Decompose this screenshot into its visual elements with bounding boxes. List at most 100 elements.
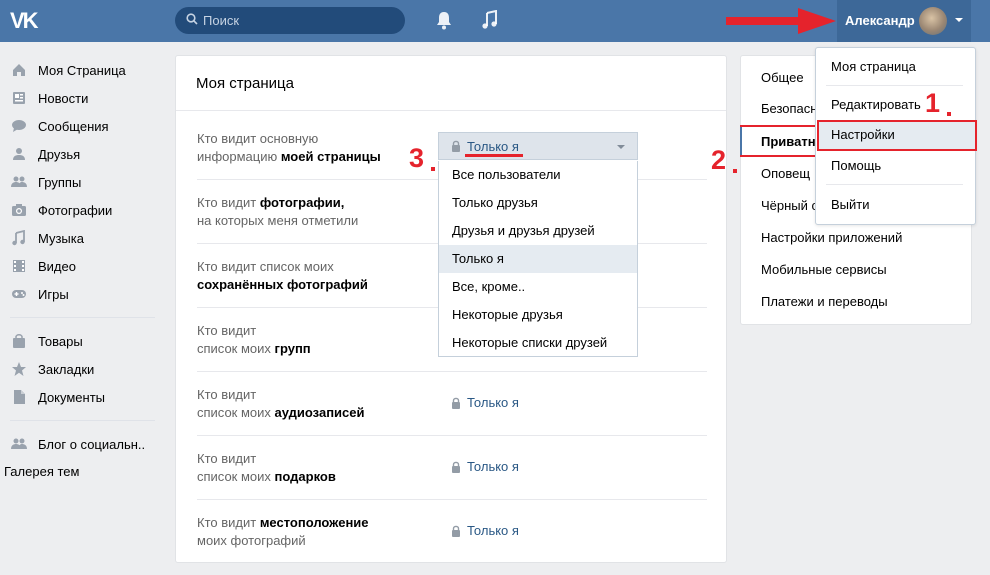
question-bold: аудиозаписей bbox=[274, 405, 365, 420]
settings-item-security[interactable]: Безопасн bbox=[761, 101, 817, 116]
user-menu-logout[interactable]: Выйти bbox=[831, 197, 870, 212]
sidebar-item-label: Музыка bbox=[38, 230, 84, 246]
privacy-options-list: Все пользователи Только друзья Друзья и … bbox=[438, 161, 638, 357]
sidebar-item-messages[interactable]: Сообщения bbox=[10, 112, 160, 140]
question-line: Кто видит bbox=[197, 451, 257, 466]
row-divider bbox=[197, 435, 707, 436]
sidebar-item-label: Новости bbox=[38, 90, 89, 106]
red-underline-annotation bbox=[465, 154, 523, 157]
option-all-except[interactable]: Все, кроме.. bbox=[439, 273, 637, 301]
music-icon bbox=[10, 229, 28, 247]
user-menu-edit[interactable]: Редактировать bbox=[831, 97, 921, 112]
red-arrow-annotation bbox=[726, 8, 836, 34]
settings-item-notifications[interactable]: Оповещ bbox=[761, 166, 810, 181]
search-input[interactable]: Поиск bbox=[175, 7, 405, 34]
sidebar-item-friends[interactable]: Друзья bbox=[10, 140, 160, 168]
question-text: информацию bbox=[197, 149, 281, 164]
annotation-dot bbox=[733, 169, 737, 173]
sidebar-item-goods[interactable]: Товары bbox=[10, 327, 160, 355]
privacy-value-location[interactable]: Только я bbox=[451, 523, 519, 538]
privacy-question-location: Кто видит местоположение моих фотографий bbox=[197, 514, 369, 550]
document-icon bbox=[10, 388, 28, 406]
music-icon[interactable] bbox=[481, 10, 499, 30]
community-icon bbox=[10, 435, 28, 453]
question-line: Кто видит bbox=[197, 323, 257, 338]
question-line: Кто видит фотографии, bbox=[197, 194, 358, 212]
annotation-dot bbox=[431, 167, 435, 171]
sidebar-item-label: Фотографии bbox=[38, 202, 113, 218]
sidebar-item-photos[interactable]: Фотографии bbox=[10, 196, 160, 224]
video-icon bbox=[10, 257, 28, 275]
privacy-value-gifts[interactable]: Только я bbox=[451, 459, 519, 474]
annotation-step-3: 3 bbox=[409, 143, 425, 173]
groups-icon bbox=[10, 173, 28, 191]
sidebar-item-my-page[interactable]: Моя Страница bbox=[10, 56, 160, 84]
settings-item-general[interactable]: Общее bbox=[761, 70, 804, 85]
privacy-question-gifts: Кто видит список моих подарков bbox=[197, 450, 336, 486]
annotation-step-1: 1 bbox=[925, 88, 941, 118]
sidebar-item-games[interactable]: Игры bbox=[10, 280, 160, 308]
option-friends-of-friends[interactable]: Друзья и друзья друзей bbox=[439, 217, 637, 245]
question-line: моих фотографий bbox=[197, 533, 306, 548]
sidebar-item-bookmarks[interactable]: Закладки bbox=[10, 355, 160, 383]
bell-icon[interactable] bbox=[435, 10, 453, 30]
annotation-step-2: 2 bbox=[711, 145, 727, 175]
lock-icon bbox=[452, 397, 460, 409]
privacy-question-audio: Кто видит список моих аудиозаписей bbox=[197, 386, 365, 422]
camera-icon bbox=[10, 201, 28, 219]
privacy-value-text: Только я bbox=[467, 459, 519, 474]
lock-icon bbox=[452, 461, 460, 473]
option-all-users[interactable]: Все пользователи bbox=[439, 161, 637, 189]
search-icon bbox=[186, 13, 198, 25]
question-line: Кто видит основную bbox=[197, 131, 319, 146]
sidebar-item-label: Игры bbox=[38, 286, 69, 302]
friends-icon bbox=[10, 145, 28, 163]
question-line: список моих подарков bbox=[197, 468, 336, 486]
question-line: список моих групп bbox=[197, 340, 311, 358]
question-text: Кто видит bbox=[197, 515, 260, 530]
avatar[interactable] bbox=[919, 7, 947, 35]
user-menu-my-page[interactable]: Моя страница bbox=[831, 59, 916, 74]
privacy-value-audio[interactable]: Только я bbox=[451, 395, 519, 410]
option-only-me[interactable]: Только я bbox=[439, 245, 637, 273]
sidebar-item-documents[interactable]: Документы bbox=[10, 383, 160, 411]
themes-gallery-link[interactable]: Галерея тем bbox=[4, 464, 79, 479]
question-text: список моих bbox=[197, 341, 275, 356]
question-line: сохранённых фотографий bbox=[197, 276, 368, 294]
sidebar-item-label: Товары bbox=[38, 333, 83, 349]
user-menu-settings[interactable]: Настройки bbox=[831, 127, 895, 142]
sidebar-item-label: Друзья bbox=[38, 146, 81, 162]
lock-icon bbox=[452, 140, 460, 152]
sidebar-item-news[interactable]: Новости bbox=[10, 84, 160, 112]
settings-item-mobile[interactable]: Мобильные сервисы bbox=[761, 262, 887, 277]
sidebar-item-community-blog[interactable]: Блог о социальн.. bbox=[10, 430, 160, 458]
user-menu-help[interactable]: Помощь bbox=[831, 158, 881, 173]
privacy-value-text: Только я bbox=[467, 523, 519, 538]
question-line: Кто видит bbox=[197, 387, 257, 402]
title-divider bbox=[176, 110, 726, 111]
sidebar-item-label: Видео bbox=[38, 258, 76, 274]
sidebar-item-label: Группы bbox=[38, 174, 82, 190]
question-bold: моей страницы bbox=[280, 149, 381, 164]
sidebar-item-music[interactable]: Музыка bbox=[10, 224, 160, 252]
menu-divider bbox=[826, 184, 963, 185]
option-some-friends[interactable]: Некоторые друзья bbox=[439, 301, 637, 329]
vk-logo[interactable]: VK bbox=[10, 8, 46, 34]
settings-item-blacklist[interactable]: Чёрный с bbox=[761, 198, 818, 213]
menu-divider bbox=[826, 85, 963, 86]
user-name[interactable]: Александр bbox=[845, 13, 915, 28]
question-line: информацию моей страницы bbox=[197, 148, 381, 166]
settings-item-app-settings[interactable]: Настройки приложений bbox=[761, 230, 902, 245]
option-some-friend-lists[interactable]: Некоторые списки друзей bbox=[439, 329, 637, 357]
messages-icon bbox=[10, 117, 28, 135]
sidebar-divider bbox=[10, 317, 155, 318]
bag-icon bbox=[10, 332, 28, 350]
sidebar-item-video[interactable]: Видео bbox=[10, 252, 160, 280]
option-friends-only[interactable]: Только друзья bbox=[439, 189, 637, 217]
settings-item-payments[interactable]: Платежи и переводы bbox=[761, 294, 888, 309]
sidebar-item-label: Сообщения bbox=[38, 118, 109, 134]
question-bold: фотографии, bbox=[259, 195, 345, 210]
question-text: список моих bbox=[197, 469, 275, 484]
lock-icon bbox=[452, 525, 460, 537]
sidebar-item-groups[interactable]: Группы bbox=[10, 168, 160, 196]
